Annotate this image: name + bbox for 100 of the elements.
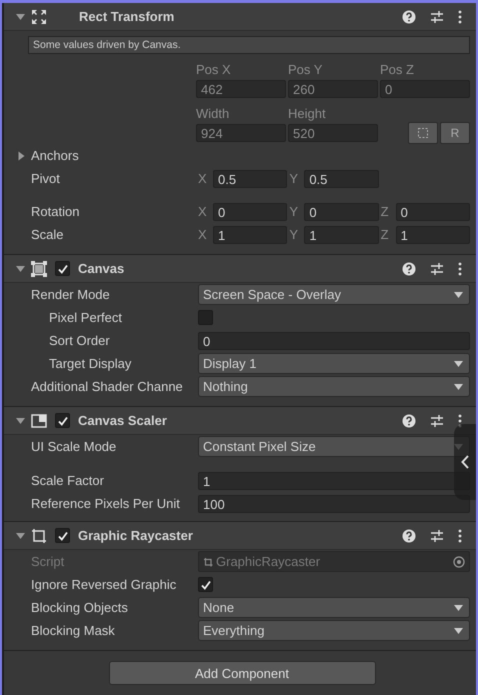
help-icon[interactable] — [402, 528, 416, 542]
axis-label: Width — [196, 106, 230, 120]
window-icon — [31, 412, 47, 428]
number-field[interactable]: 0 — [380, 80, 470, 98]
component-title: Canvas — [78, 261, 126, 276]
field-label: Scale — [31, 227, 65, 242]
number-field[interactable]: 924 — [196, 124, 286, 142]
component-title: Rect Transform — [79, 9, 176, 24]
axis-label: Y — [289, 204, 299, 219]
dropdown-value: Display 1 — [203, 356, 256, 371]
field-label: Additional Shader Channe — [31, 379, 184, 394]
blueprint-button[interactable] — [408, 122, 438, 144]
field-label: Sort Order — [49, 333, 111, 348]
foldout-arrow-icon[interactable] — [16, 532, 25, 540]
axis-label: Pos Z — [380, 62, 415, 76]
check-icon — [200, 578, 212, 590]
collapse-tab[interactable] — [454, 424, 476, 500]
number-field[interactable]: 100 — [198, 494, 470, 512]
checkbox[interactable] — [55, 261, 70, 276]
number-field[interactable]: 1 — [304, 226, 379, 244]
info-message: Some values driven by Canvas. — [28, 36, 470, 54]
foldout-arrow-icon[interactable] — [16, 264, 25, 272]
foldout-arrow-icon[interactable] — [16, 12, 25, 20]
axis-label: Pos X — [196, 62, 232, 76]
axis-label: X — [198, 227, 208, 242]
crop-frame-icon — [31, 528, 47, 544]
checkbox[interactable] — [55, 413, 70, 428]
number-field[interactable]: 462 — [196, 80, 286, 98]
axis-label: Z — [380, 227, 390, 242]
axis-label: X — [198, 171, 208, 186]
frame-icon — [31, 260, 47, 276]
checkbox[interactable] — [198, 310, 213, 325]
dropdown[interactable]: None — [198, 597, 470, 618]
sliders-icon[interactable] — [430, 262, 444, 276]
number-field[interactable]: 0 — [304, 202, 379, 220]
field-label: Rotation — [31, 204, 80, 219]
add-component-button[interactable]: Add Component — [108, 661, 376, 685]
dropdown[interactable]: Screen Space - Overlay — [198, 284, 470, 305]
number-field[interactable]: 0 — [396, 202, 470, 220]
component-title: Canvas Scaler — [78, 413, 168, 428]
more-menu-icon[interactable] — [458, 10, 462, 24]
number-field[interactable]: 0 — [213, 202, 288, 220]
help-icon[interactable] — [402, 414, 416, 428]
number-field[interactable]: 520 — [288, 124, 378, 142]
foldout-arrow-icon[interactable] — [18, 151, 26, 160]
field-label: Blocking Mask — [31, 623, 116, 638]
checkbox[interactable] — [55, 528, 70, 543]
sliders-icon[interactable] — [430, 414, 444, 428]
dropdown-arrow-icon — [454, 292, 463, 298]
number-field[interactable]: 0.5 — [304, 170, 379, 188]
more-menu-icon[interactable] — [458, 528, 462, 542]
component-header[interactable]: Rect Transform — [4, 3, 476, 31]
check-icon — [56, 262, 68, 274]
field-label: Render Mode — [31, 287, 111, 302]
number-field[interactable]: 0 — [198, 332, 470, 350]
number-field[interactable]: 0.5 — [213, 170, 288, 188]
dropdown-arrow-icon — [454, 604, 463, 610]
sliders-icon[interactable] — [430, 10, 444, 24]
dropdown-arrow-icon — [454, 384, 463, 390]
foldout-arrow-icon[interactable] — [16, 416, 25, 424]
field-label: UI Scale Mode — [31, 439, 118, 454]
check-icon — [56, 414, 68, 426]
component-title: Graphic Raycaster — [78, 528, 194, 543]
component-header[interactable]: Canvas Scaler — [4, 407, 476, 435]
number-field[interactable]: 260 — [288, 80, 378, 98]
field-label: Script — [31, 554, 66, 569]
dotted-square-icon — [418, 128, 428, 138]
number-field[interactable]: 1 — [396, 226, 470, 244]
dropdown-value: Constant Pixel Size — [203, 439, 316, 454]
dropdown-value: Screen Space - Overlay — [203, 287, 342, 302]
check-icon — [56, 530, 68, 542]
component-header[interactable]: Canvas — [4, 255, 476, 283]
crop-frame-icon — [203, 556, 213, 566]
field-label: Pixel Perfect — [49, 310, 123, 325]
dropdown[interactable]: Nothing — [198, 376, 470, 397]
field-label: Target Display — [49, 356, 132, 371]
dropdown-arrow-icon — [454, 628, 463, 634]
more-menu-icon[interactable] — [458, 262, 462, 276]
object-value: GraphicRaycaster — [216, 554, 322, 569]
axis-label: Pos Y — [288, 62, 324, 76]
checkbox[interactable] — [198, 577, 213, 592]
foldout-label[interactable]: Anchors — [31, 148, 198, 163]
field-label: Pivot — [31, 171, 61, 186]
dropdown-value: None — [203, 600, 234, 615]
sliders-icon[interactable] — [430, 528, 444, 542]
number-field[interactable]: 1 — [213, 226, 288, 244]
axis-label: Y — [289, 227, 299, 242]
field-label: Scale Factor — [31, 473, 105, 488]
dropdown[interactable]: Display 1 — [198, 353, 470, 374]
chevron-left-icon — [461, 455, 469, 469]
component-header[interactable]: Graphic Raycaster — [4, 522, 476, 550]
dropdown[interactable]: Everything — [198, 620, 470, 641]
move-arrows-icon — [31, 8, 47, 24]
axis-label: Z — [380, 204, 390, 219]
dropdown-arrow-icon — [454, 360, 463, 366]
dropdown-value: Nothing — [203, 379, 248, 394]
help-icon[interactable] — [402, 10, 416, 24]
axis-label: Y — [289, 171, 299, 186]
help-icon[interactable] — [402, 262, 416, 276]
field-label: Reference Pixels Per Unit — [31, 496, 181, 511]
